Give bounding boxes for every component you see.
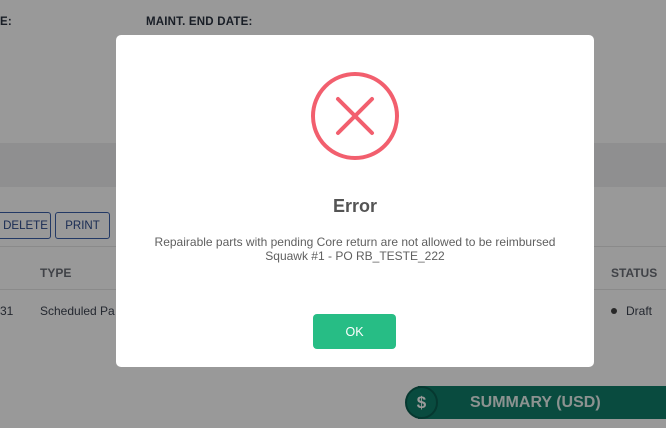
dialog-message: Repairable parts with pending Core retur…	[116, 235, 594, 263]
error-x-icon	[311, 72, 399, 165]
ok-button[interactable]: OK	[313, 314, 396, 349]
dialog-title: Error	[332, 196, 377, 216]
error-dialog: Error Repairable parts with pending Core…	[116, 35, 594, 367]
dialog-message-line-2: Squawk #1 - PO RB_TESTE_222	[265, 249, 445, 263]
dialog-message-line-1: Repairable parts with pending Core retur…	[154, 235, 556, 249]
